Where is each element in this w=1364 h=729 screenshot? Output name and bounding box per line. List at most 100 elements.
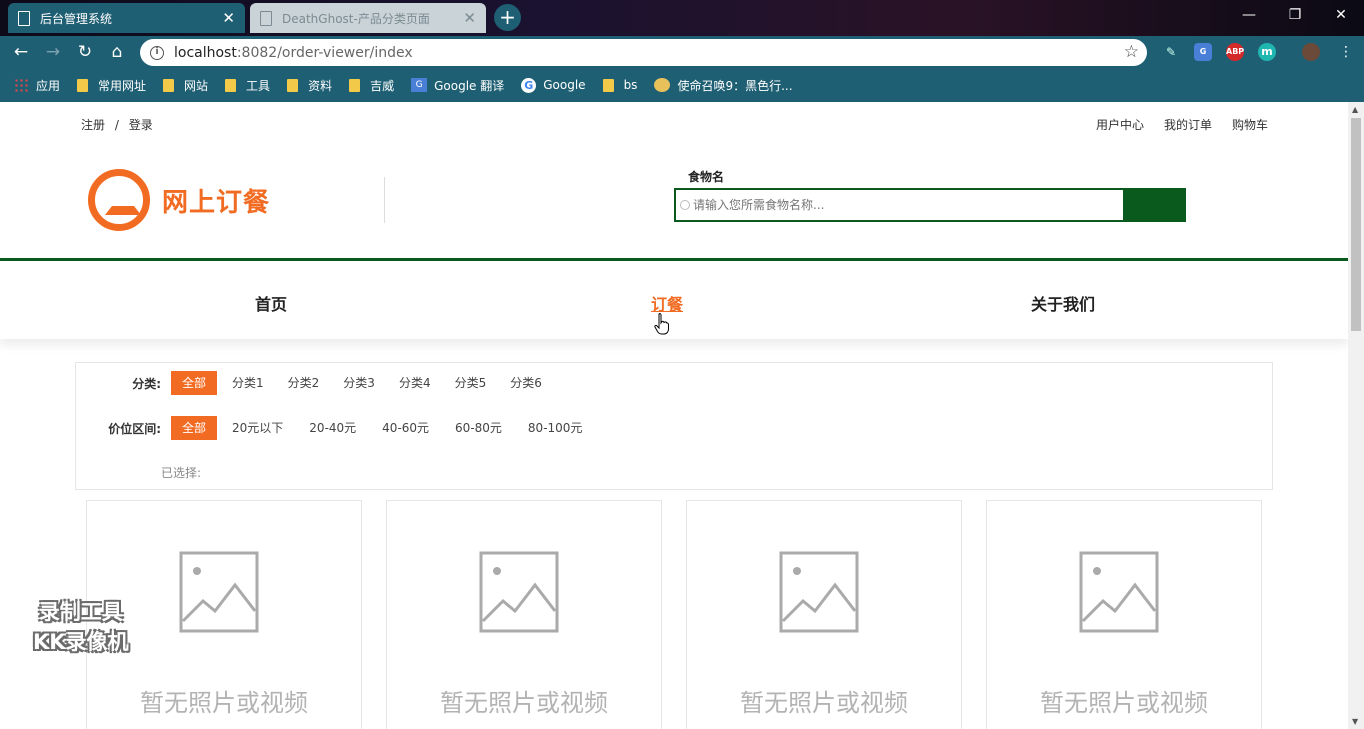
my-orders-link[interactable]: 我的订单 [1164, 116, 1212, 133]
nav-about[interactable]: 关于我们 [1031, 291, 1095, 315]
bookmark-game[interactable]: 使命召唤9：黑色行... [654, 77, 793, 94]
category-chip[interactable]: 分类1 [223, 371, 273, 395]
product-card[interactable]: 暂无照片或视频 [686, 500, 962, 729]
document-icon [260, 10, 272, 26]
logo-mark-icon [88, 169, 150, 231]
login-link[interactable]: 登录 [129, 118, 153, 132]
bookmark-folder[interactable]: 常用网址 [77, 77, 146, 94]
nav-home[interactable]: 首页 [255, 291, 287, 315]
menu-icon[interactable]: ⋮ [1334, 40, 1358, 64]
price-filter-row: 价位区间: 全部 20元以下 20-40元 40-60元 60-80元 80-1… [76, 416, 597, 440]
reload-button[interactable]: ↻ [73, 40, 97, 64]
forward-button[interactable]: → [41, 40, 65, 64]
restore-button[interactable]: ❐ [1272, 0, 1318, 30]
bookmark-google[interactable]: G Google [521, 77, 586, 93]
tab-title: 后台管理系统 [40, 11, 113, 26]
cart-link[interactable]: 购物车 [1232, 116, 1268, 133]
category-chip[interactable]: 分类4 [390, 371, 440, 395]
search-field[interactable] [674, 188, 1123, 222]
back-button[interactable]: ← [9, 40, 33, 64]
no-media-caption: 暂无照片或视频 [440, 689, 608, 717]
bookmark-folder[interactable]: 资料 [287, 77, 332, 94]
bookmark-apps[interactable]: 应用 [14, 77, 60, 94]
nav-order[interactable]: 订餐 [651, 291, 683, 315]
scrollbar-thumb[interactable] [1351, 118, 1361, 331]
bookmark-google-translate[interactable]: G Google 翻译 [411, 77, 504, 94]
category-label: 分类: [132, 376, 161, 391]
no-media-caption: 暂无照片或视频 [140, 689, 308, 717]
bookmark-label: 吉威 [370, 78, 395, 93]
info-icon[interactable]: i [150, 45, 164, 60]
price-chip[interactable]: 80-100元 [519, 416, 592, 440]
price-chip[interactable]: 20-40元 [300, 416, 365, 440]
site-logo[interactable]: 网上订餐 [88, 169, 270, 231]
tab-title: DeathGhost-产品分类页面 [282, 11, 430, 26]
category-chip[interactable]: 分类5 [446, 371, 496, 395]
filter-panel: 分类: 全部 分类1 分类2 分类3 分类4 分类5 分类6 价位区间: 全部 … [75, 362, 1273, 490]
tab-deathghost[interactable]: DeathGhost-产品分类页面 ✕ [250, 3, 486, 33]
search-input[interactable] [693, 198, 1093, 212]
folder-icon [225, 78, 237, 92]
category-chip-all[interactable]: 全部 [171, 371, 218, 395]
category-chip[interactable]: 分类2 [279, 371, 329, 395]
search-label: 食物名 [688, 170, 725, 184]
folder-icon [602, 78, 614, 92]
separator: / [114, 118, 119, 132]
close-window-button[interactable]: ✕ [1318, 0, 1364, 30]
scroll-up-icon[interactable]: ▲ [1352, 105, 1358, 114]
search-icon [680, 200, 690, 210]
folder-icon [349, 78, 361, 92]
no-media-caption: 暂无照片或视频 [740, 689, 908, 717]
adblock-icon[interactable]: ABP [1226, 43, 1244, 61]
m-extension-icon[interactable]: m [1258, 43, 1276, 61]
price-chip[interactable]: 40-60元 [373, 416, 438, 440]
scroll-down-icon[interactable]: ▼ [1352, 717, 1358, 726]
bookmarks-bar: 应用 常用网址 网站 工具 资料 吉威 G Google 翻译 G Google b… [0, 68, 1364, 102]
vertical-scrollbar[interactable]: ▲ ▼ [1348, 102, 1364, 729]
price-chip[interactable]: 20元以下 [223, 416, 292, 440]
product-card[interactable]: 暂无照片或视频 [386, 500, 662, 729]
auth-links: 注册 / 登录 [81, 116, 153, 133]
bookmark-folder[interactable]: 网站 [163, 77, 208, 94]
home-button[interactable]: ⌂ [105, 40, 129, 64]
main-nav: 首页 订餐 关于我们 [0, 261, 1348, 339]
browser-toolbar: ← → ↻ ⌂ i localhost:8082/order-viewer/in… [0, 36, 1364, 68]
close-tab-icon[interactable]: ✕ [463, 10, 476, 26]
bookmark-folder[interactable]: 工具 [225, 77, 270, 94]
watermark-line: 录制工具 [38, 600, 123, 624]
folder-icon [287, 78, 299, 92]
price-chip[interactable]: 60-80元 [446, 416, 511, 440]
address-bar[interactable]: i localhost:8082/order-viewer/index ☆ [140, 39, 1147, 66]
bookmark-folder[interactable]: 吉威 [349, 77, 394, 94]
category-filter-row: 分类: 全部 分类1 分类2 分类3 分类4 分类5 分类6 [76, 371, 557, 395]
register-link[interactable]: 注册 [81, 118, 105, 132]
url-host: localhost [174, 44, 237, 61]
folder-icon [163, 78, 175, 92]
apps-grid-icon [14, 78, 28, 92]
bookmark-label: 常用网址 [98, 78, 147, 93]
bookmark-folder[interactable]: bs [602, 78, 637, 92]
translate-extension-icon[interactable]: G [1194, 43, 1212, 61]
bookmark-label: 使命召唤9：黑色行... [677, 78, 793, 93]
bookmark-label: Google [543, 78, 586, 92]
user-center-link[interactable]: 用户中心 [1096, 116, 1144, 133]
product-card[interactable]: 暂无照片或视频 [986, 500, 1262, 729]
bookmark-label: 应用 [36, 78, 61, 93]
tab-admin[interactable]: 后台管理系统 ✕ [8, 3, 245, 33]
price-chip-all[interactable]: 全部 [171, 416, 218, 440]
search-button[interactable] [1123, 188, 1186, 222]
bookmark-label: 工具 [246, 78, 271, 93]
new-tab-button[interactable]: + [494, 4, 521, 31]
watermark-line: KK录像机 [33, 630, 129, 654]
close-tab-icon[interactable]: ✕ [222, 10, 235, 26]
bookmark-star-icon[interactable]: ☆ [1124, 42, 1139, 62]
category-chip[interactable]: 分类6 [501, 371, 551, 395]
selected-filters-label: 已选择: [161, 466, 202, 480]
category-chip[interactable]: 分类3 [334, 371, 384, 395]
price-label: 价位区间: [108, 421, 161, 436]
hand-cursor-icon [654, 313, 669, 335]
avatar[interactable] [1302, 43, 1320, 61]
extension-icon[interactable]: ✎ [1162, 43, 1180, 61]
document-icon [18, 10, 30, 26]
minimize-button[interactable]: — [1226, 0, 1272, 30]
